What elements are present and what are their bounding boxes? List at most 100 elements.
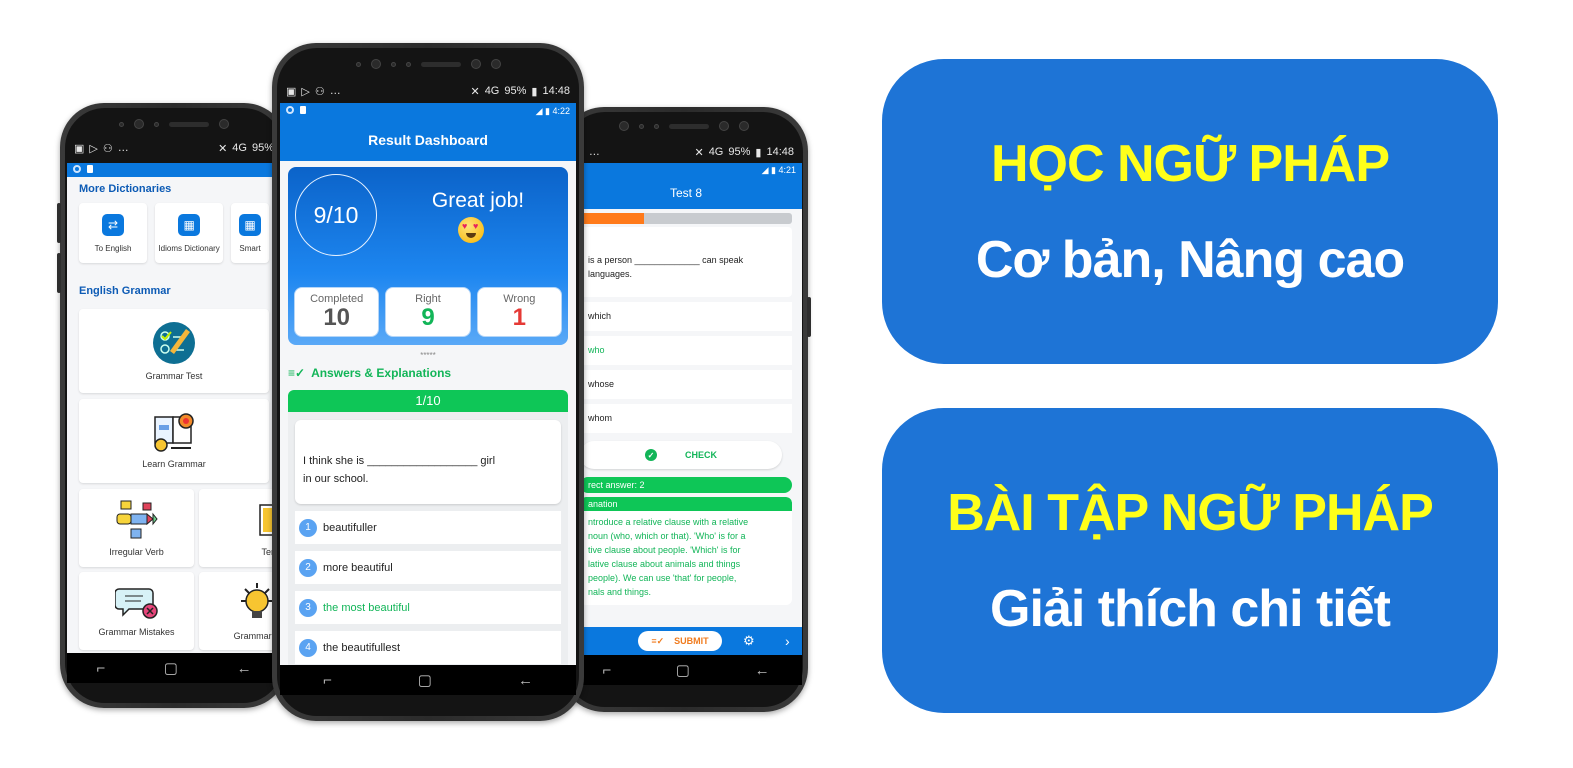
section-title-dictionaries: More Dictionaries [79, 183, 172, 195]
stats-row: Completed 10 Right 9 Wrong 1 [294, 287, 562, 337]
grammar-tips-card[interactable]: Grammar T [199, 572, 281, 650]
system-status-bar: ▣ ▷ ⚇ … ✕ 4G 95% [60, 137, 288, 159]
learn-grammar-card[interactable]: Learn Grammar [79, 399, 269, 483]
answer-option[interactable]: whose [580, 370, 792, 399]
question-block: I think she is __________________ girl i… [288, 412, 568, 665]
app-status-bar [67, 163, 281, 177]
grammar-mistakes-card[interactable]: Grammar Mistakes [79, 572, 194, 650]
grid-icon: ▦ [178, 213, 201, 236]
correct-answer-banner: rect answer: 2 [580, 477, 792, 493]
app-icon: ▦ [239, 213, 262, 236]
home-icon[interactable]: ▢ [418, 671, 432, 689]
question-text: I think she is __________________ girl i… [295, 420, 561, 504]
phone-top-sensors [272, 59, 584, 69]
promo-subline: Cơ bản, Nâng cao [975, 230, 1405, 289]
tense-summary-card[interactable]: Tense Summ [199, 489, 281, 567]
promo-headline: HỌC NGỮ PHÁP [990, 134, 1390, 193]
grammar-mistakes-icon [114, 588, 158, 619]
answer-option[interactable]: which [580, 302, 792, 331]
grammar-test-icon [153, 322, 195, 364]
dictionary-to-english[interactable]: ⇄ To English [79, 203, 148, 263]
check-button[interactable]: ✓ CHECK [580, 441, 782, 469]
promo-headline: BÀI TẬP NGỮ PHÁP [947, 483, 1434, 542]
answer-option[interactable]: 2 more beautiful [295, 551, 561, 584]
promo-box-learn-grammar: HỌC NGỮ PHÁP Cơ bản, Nâng cao [882, 59, 1498, 364]
back-icon[interactable]: ← [237, 660, 252, 677]
mute-icon: ✕ [218, 142, 228, 155]
chevron-right-icon[interactable]: › [785, 633, 790, 649]
phone-top-sensors [60, 119, 288, 129]
android-nav-bar: ⌐ ▢ ← [280, 665, 576, 695]
more-icon: … [329, 85, 341, 97]
test-progress-bar [580, 213, 792, 224]
mute-icon: ✕ [694, 146, 704, 159]
answer-option[interactable]: whom [580, 404, 792, 433]
battery-icon: ▮ [531, 85, 538, 98]
rating-stars: ***** [420, 351, 436, 360]
answer-option-correct[interactable]: 3 the most beautiful [295, 591, 561, 624]
screen: ◢ ▮ 4:21 Test 8 is a person ____________… [570, 163, 802, 655]
checklist-icon: ≡✓ [651, 635, 665, 646]
progress-fill [580, 213, 644, 224]
back-icon[interactable]: ← [755, 662, 770, 679]
home-icon[interactable]: ▢ [676, 661, 690, 679]
home-icon[interactable]: ▢ [164, 659, 178, 677]
battery-icon: ▮ [755, 146, 762, 159]
no-signal-icon: ◢ ▮ [761, 164, 779, 175]
play-store-icon: ▷ [89, 142, 98, 155]
system-status-bar: ⚇… ✕4G95%▮14:48 [560, 141, 808, 163]
signal-type: 4G [232, 142, 247, 154]
check-circle-icon: ✓ [644, 449, 657, 461]
phone-center: ▣ ▷ ⚇… ✕ 4G 95% ▮ 14:48 ◢ ▮ 4:22 Result Dashbo… [272, 43, 584, 721]
greeting-text: Great job! [431, 189, 525, 212]
gear-icon[interactable]: ⚙ [743, 633, 755, 649]
stat-completed: Completed 10 [294, 287, 380, 337]
irregular-verb-icon [116, 500, 158, 539]
android-nav-bar: ⌐ ▢ ← [67, 653, 281, 683]
learn-grammar-icon [154, 413, 194, 452]
accessibility-icon: ⚇ [102, 142, 113, 155]
result-summary-card: 9/10 Great job! ♥ ♥ Completed 10 Right 9 … [288, 167, 568, 345]
volume-button [57, 253, 61, 293]
answer-option[interactable]: 4 the beautifullest [295, 631, 561, 664]
mute-icon: ✕ [470, 85, 480, 98]
recent-apps-icon[interactable]: ⌐ [96, 660, 105, 677]
grammar-grid: Irregular Verb Tense Summ [67, 489, 281, 650]
screen: More Dictionaries ⇄ To English ▦ Idioms … [67, 163, 281, 653]
answer-option-correct[interactable]: who [580, 336, 792, 365]
swap-arrows-icon: ⇄ [102, 213, 125, 236]
submit-button[interactable]: ≡✓ SUBMIT [638, 631, 722, 651]
app-status-bar: ◢ ▮ 4:21 [570, 163, 802, 177]
volume-button [57, 203, 61, 243]
stat-right: Right 9 [385, 287, 471, 337]
app-title-bar: Result Dashboard [280, 119, 576, 161]
play-store-icon: ▷ [301, 85, 310, 98]
more-icon: … [117, 142, 129, 154]
promo-box-grammar-exercises: BÀI TẬP NGỮ PHÁP Giải thích chi tiết [882, 408, 1498, 713]
phone-left: ▣ ▷ ⚇ … ✕ 4G 95% More Dictionaries ⇄ To Engli… [57, 103, 288, 708]
screen: ◢ ▮ 4:22 Result Dashboard 9/10 Great job… [280, 103, 576, 665]
recent-apps-icon[interactable]: ⌐ [602, 662, 611, 679]
dictionary-list: ⇄ To English ▦ Idioms Dictionary ▦ Smart [67, 195, 281, 271]
answer-option[interactable]: 1 beautifuller [295, 511, 561, 544]
accessibility-icon: ⚇ [314, 85, 325, 98]
power-button [807, 297, 811, 337]
stat-wrong: Wrong 1 [476, 287, 562, 337]
question-card: is a person _____________ can speak lang… [580, 227, 792, 297]
dictionary-smart[interactable]: ▦ Smart [231, 203, 270, 263]
back-icon[interactable]: ← [518, 672, 533, 689]
explanation-title: anation [580, 497, 792, 511]
image-icon: ▣ [74, 142, 85, 155]
recent-apps-icon[interactable]: ⌐ [323, 672, 332, 689]
irregular-verb-card[interactable]: Irregular Verb [79, 489, 194, 567]
dictionary-idioms[interactable]: ▦ Idioms Dictionary [155, 203, 224, 263]
app-title-bar: Test 8 [570, 177, 802, 209]
explanation-text: ntroduce a relative clause with a relati… [588, 517, 749, 597]
question-counter: 1/10 [288, 390, 568, 412]
more-icon: … [588, 146, 600, 158]
grammar-test-card[interactable]: Grammar Test [79, 309, 269, 393]
image-icon: ▣ [286, 85, 297, 98]
battery-level: 95% [251, 142, 274, 154]
promo-subline: Giải thích chi tiết [990, 579, 1391, 638]
phone-top-sensors [560, 121, 808, 131]
